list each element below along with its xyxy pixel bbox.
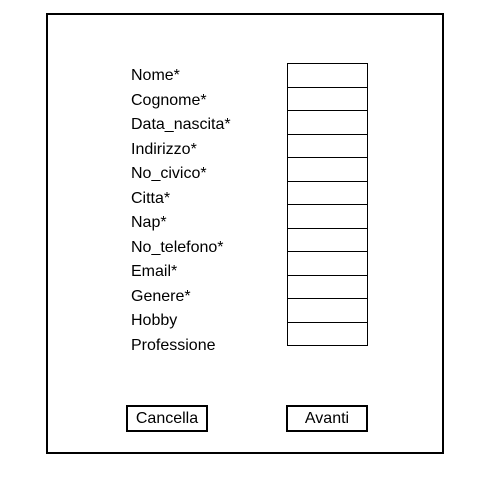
input-cell <box>287 274 368 299</box>
label-no-telefono: No_telefono* <box>131 238 224 256</box>
label-professione: Professione <box>131 336 216 354</box>
next-button[interactable]: Avanti <box>286 405 368 432</box>
label-genere: Genere* <box>131 287 191 305</box>
hobby-input[interactable] <box>288 299 367 322</box>
input-cell <box>287 110 368 135</box>
no-civico-input[interactable] <box>288 158 367 181</box>
input-cell <box>287 227 368 252</box>
input-cell <box>287 321 368 346</box>
nap-input[interactable] <box>288 205 367 228</box>
label-email: Email* <box>131 263 178 280</box>
input-cell <box>287 180 368 205</box>
professione-input[interactable] <box>288 322 367 345</box>
nome-input[interactable] <box>288 64 367 87</box>
data-nascita-input[interactable] <box>288 111 367 134</box>
field-inputs <box>287 63 368 346</box>
indirizzo-input[interactable] <box>288 134 367 157</box>
field-labels: Nome* Cognome* Data_nascita* Indirizzo* … <box>131 64 231 358</box>
input-cell <box>287 204 368 229</box>
input-cell <box>287 133 368 158</box>
email-input[interactable] <box>288 252 367 275</box>
genere-input[interactable] <box>288 275 367 298</box>
label-hobby: Hobby <box>131 312 178 329</box>
label-citta: Citta* <box>131 189 171 207</box>
cognome-input[interactable] <box>288 87 367 110</box>
label-cognome: Cognome* <box>131 91 207 109</box>
input-cell <box>287 63 368 88</box>
input-cell <box>287 298 368 323</box>
input-cell <box>287 157 368 182</box>
label-data-nascita: Data_nascita* <box>131 116 231 133</box>
form-window <box>46 13 444 454</box>
citta-input[interactable] <box>288 181 367 204</box>
label-nome: Nome* <box>131 67 180 84</box>
cancel-button[interactable]: Cancella <box>126 405 208 432</box>
label-nap: Nap* <box>131 214 167 231</box>
input-cell <box>287 251 368 276</box>
no-telefono-input[interactable] <box>288 228 367 251</box>
input-cell <box>287 86 368 111</box>
label-no-civico: No_civico* <box>131 165 207 182</box>
label-indirizzo: Indirizzo* <box>131 140 197 158</box>
